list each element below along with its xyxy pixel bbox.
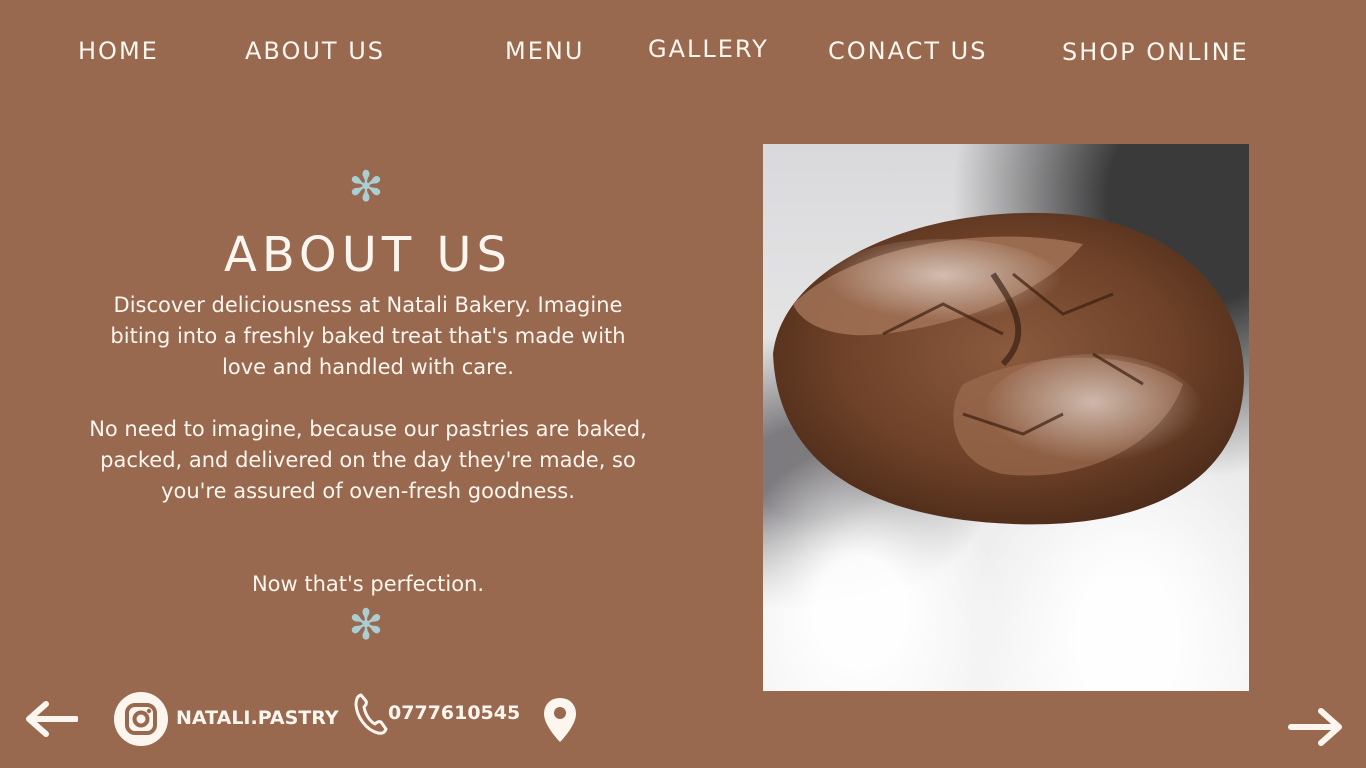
nav-link-menu[interactable]: MENU — [505, 39, 584, 63]
about-title: ABOUT US — [223, 227, 512, 283]
instagram-icon[interactable] — [114, 692, 168, 746]
about-paragraph-2: No need to imagine, because our pastries… — [89, 417, 647, 503]
nav-link-gallery[interactable]: GALLERY — [648, 37, 769, 61]
location-pin-icon[interactable] — [542, 696, 578, 744]
phone-number[interactable]: 0777610545 — [388, 704, 520, 723]
about-paragraph-3: Now that's perfection. — [251, 572, 485, 596]
nav-link-contact[interactable]: CONACT US — [828, 39, 987, 63]
page: HOME ABOUT US MENU GALLERY CONACT US SHO… — [0, 0, 1366, 768]
bread-photo — [763, 144, 1249, 691]
bread-loaf-image — [773, 212, 1244, 525]
nav-link-about[interactable]: ABOUT US — [245, 39, 385, 63]
asterisk-bottom-icon: ✻ — [348, 600, 384, 649]
nav-link-home[interactable]: HOME — [78, 39, 159, 63]
phone-icon — [354, 693, 388, 735]
arrow-right-icon[interactable] — [1288, 707, 1344, 747]
instagram-handle[interactable]: NATALI.PASTRY — [176, 709, 339, 728]
instagram-glyph-icon — [125, 703, 157, 735]
arrow-left-icon[interactable] — [24, 700, 78, 738]
nav-link-shop-online[interactable]: SHOP ONLINE — [1062, 40, 1249, 64]
asterisk-top-icon: ✻ — [348, 162, 384, 211]
about-paragraph-1: Discover deliciousness at Natali Bakery.… — [110, 293, 626, 379]
